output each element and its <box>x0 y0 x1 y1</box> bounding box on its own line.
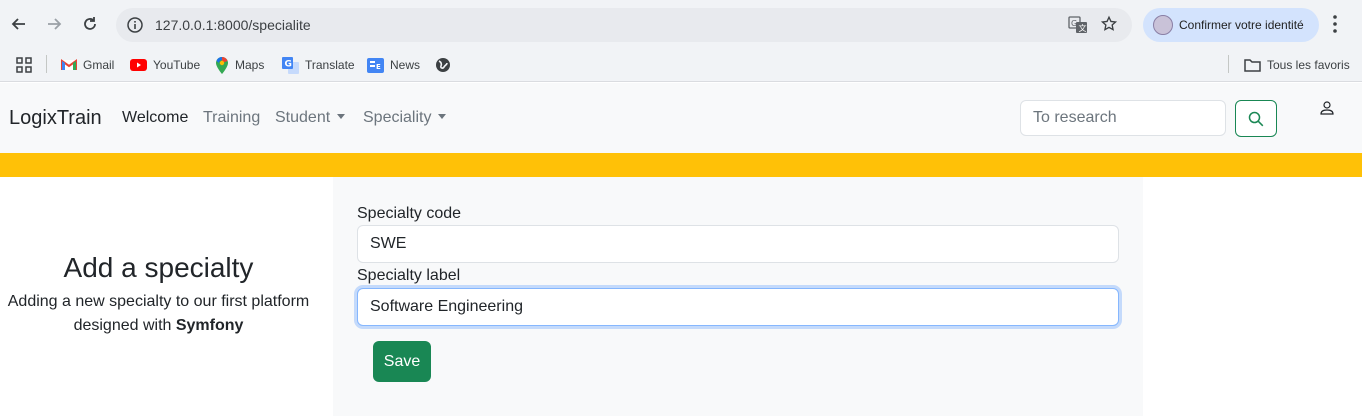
bookmark-label: Maps <box>235 58 265 72</box>
intro-text-bold: Symfony <box>175 317 244 334</box>
bookmark-label: Gmail <box>83 58 115 72</box>
accent-strip <box>0 153 1362 177</box>
browser-toolbar: 127.0.0.1:8000/specialite G文 Confirmer v… <box>0 0 1362 48</box>
all-bookmarks[interactable]: Tous les favoris <box>1244 55 1350 75</box>
bookmark-maps[interactable]: Maps <box>215 55 264 75</box>
more-menu-icon[interactable] <box>1332 14 1338 39</box>
bookmark-label: News <box>390 58 421 72</box>
svg-text:文: 文 <box>1079 23 1087 33</box>
bookmark-gmail[interactable]: Gmail <box>61 55 114 75</box>
nav-student-label: Student <box>275 109 331 126</box>
intro-section: Add a specialty Adding a new specialty t… <box>0 252 317 338</box>
svg-text:G: G <box>285 59 292 69</box>
bookmarks-divider <box>1228 55 1229 73</box>
maps-icon <box>216 56 228 74</box>
nav-student-dropdown[interactable]: Student <box>275 109 346 127</box>
back-arrow-icon <box>11 18 25 30</box>
svg-text:E: E <box>376 63 381 71</box>
bookmark-star-icon[interactable] <box>1100 15 1118 38</box>
chevron-down-icon <box>438 114 447 119</box>
search-icon <box>1248 111 1264 126</box>
gmail-icon <box>61 59 77 70</box>
reload-button[interactable] <box>78 12 102 36</box>
specialty-label-field[interactable] <box>357 288 1119 326</box>
youtube-icon <box>130 59 147 71</box>
news-icon: E <box>367 57 384 73</box>
search-input[interactable] <box>1020 100 1226 136</box>
bookmark-label: YouTube <box>153 58 201 72</box>
reload-icon <box>84 17 96 30</box>
bookmarks-divider <box>46 55 47 73</box>
page-title: Add a specialty <box>63 252 254 283</box>
intro-text-prefix: Adding a new specialty to our first plat… <box>7 293 310 334</box>
save-button[interactable]: Save <box>373 341 431 382</box>
avatar <box>1153 15 1173 35</box>
search-button[interactable] <box>1235 100 1277 137</box>
specialty-code-label: Specialty code <box>357 205 462 222</box>
profile-label: Confirmer votre identité <box>1179 18 1304 32</box>
specialty-form: Specialty code Specialty label Save <box>333 177 1143 416</box>
nav-welcome[interactable]: Welcome <box>122 109 188 127</box>
intro-text: Adding a new specialty to our first plat… <box>0 290 317 338</box>
translate-icon: G <box>282 56 299 74</box>
specialty-label-label: Specialty label <box>357 267 461 284</box>
bookmarks-bar: Gmail YouTube Maps G Translate E News To… <box>0 48 1362 82</box>
address-bar[interactable]: 127.0.0.1:8000/specialite G文 <box>116 8 1132 42</box>
site-info-icon[interactable] <box>126 16 144 39</box>
profile-button[interactable]: Confirmer votre identité <box>1143 8 1319 42</box>
translate-page-icon[interactable]: G文 <box>1068 16 1088 39</box>
folder-icon <box>1244 59 1261 72</box>
specialty-code-field[interactable] <box>357 225 1119 263</box>
bookmark-news[interactable]: E News <box>367 55 420 75</box>
bookmark-label: Translate <box>305 58 355 72</box>
nav-training[interactable]: Training <box>203 109 260 127</box>
address-url[interactable]: 127.0.0.1:8000/specialite <box>155 17 311 33</box>
globe-icon <box>436 58 450 72</box>
brand-logo[interactable]: LogixTrain <box>9 107 102 130</box>
bookmark-globe[interactable] <box>435 55 451 75</box>
app-navbar: LogixTrain Welcome Training Student Spec… <box>0 83 1362 153</box>
bookmark-translate[interactable]: G Translate <box>282 55 355 75</box>
nav-speciality-label: Speciality <box>363 109 432 126</box>
chevron-down-icon <box>337 114 346 119</box>
back-button[interactable] <box>7 12 31 36</box>
bookmark-youtube[interactable]: YouTube <box>130 55 200 75</box>
forward-arrow-icon <box>48 18 62 30</box>
user-icon[interactable] <box>1320 101 1334 120</box>
all-bookmarks-label: Tous les favoris <box>1267 58 1350 72</box>
apps-grid-icon[interactable] <box>16 55 32 75</box>
svg-text:G: G <box>1071 19 1077 28</box>
nav-speciality-dropdown[interactable]: Speciality <box>363 109 447 127</box>
forward-button[interactable] <box>42 12 66 36</box>
